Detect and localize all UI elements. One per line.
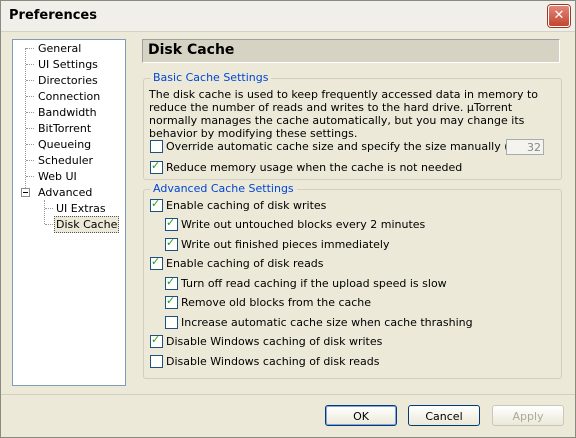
override-cache-checkbox[interactable] <box>150 140 163 153</box>
tree-branch <box>26 112 34 113</box>
ok-button[interactable]: OK <box>325 405 397 426</box>
tree-item-general[interactable]: General <box>38 41 81 56</box>
write-finished-label: Write out finished pieces immediately <box>181 238 390 251</box>
write-untouched-checkbox[interactable] <box>165 216 178 231</box>
tree-branch <box>26 80 34 81</box>
tree-branch <box>26 96 34 97</box>
tree-item-bittorrent[interactable]: BitTorrent <box>38 121 91 136</box>
tree-branch <box>45 224 53 225</box>
tree-item-disk-cache[interactable]: Disk Cache <box>54 216 120 233</box>
enable-read-cache-checkbox[interactable] <box>150 255 163 270</box>
cache-description: The disk cache is used to keep frequentl… <box>149 88 539 140</box>
collapse-icon[interactable] <box>21 188 30 197</box>
disable-windows-write-cache-label: Disable Windows caching of disk writes <box>166 335 383 348</box>
page-title: Disk Cache <box>148 42 235 58</box>
tree-branch <box>26 128 34 129</box>
enable-write-cache-label: Enable caching of disk writes <box>166 199 327 212</box>
tree-item-advanced[interactable]: Advanced <box>38 185 92 200</box>
tree-connector <box>25 48 26 192</box>
write-finished-checkbox[interactable] <box>165 236 178 251</box>
tree-branch <box>26 160 34 161</box>
turn-off-read-cache-label: Turn off read caching if the upload spee… <box>181 277 447 290</box>
basic-cache-label: Basic Cache Settings <box>150 71 272 84</box>
tree-item-web-ui[interactable]: Web UI <box>38 169 77 184</box>
tree-branch <box>26 64 34 65</box>
disable-windows-read-cache-checkbox[interactable] <box>150 355 163 368</box>
preferences-window: Preferences ✕ General UI Settings Direct… <box>0 0 576 438</box>
tree-branch <box>26 176 34 177</box>
tree-item-bandwidth[interactable]: Bandwidth <box>38 105 97 120</box>
enable-read-cache-label: Enable caching of disk reads <box>166 257 324 270</box>
turn-off-read-cache-checkbox[interactable] <box>165 275 178 290</box>
tree-connector <box>44 200 45 224</box>
disable-windows-write-cache-checkbox[interactable] <box>150 333 163 348</box>
category-tree[interactable]: General UI Settings Directories Connecti… <box>12 39 126 386</box>
tree-item-ui-settings[interactable]: UI Settings <box>38 57 98 72</box>
disable-windows-read-cache-label: Disable Windows caching of disk reads <box>166 355 380 368</box>
close-icon: ✕ <box>553 8 565 23</box>
advanced-cache-label: Advanced Cache Settings <box>150 182 297 195</box>
tree-item-scheduler[interactable]: Scheduler <box>38 153 93 168</box>
tree-branch <box>26 144 34 145</box>
reduce-memory-label: Reduce memory usage when the cache is no… <box>166 161 463 174</box>
tree-item-connection[interactable]: Connection <box>38 89 100 104</box>
title-bar[interactable]: Preferences ✕ <box>1 1 575 32</box>
apply-button[interactable]: Apply <box>492 405 564 426</box>
increase-cache-size-checkbox[interactable] <box>165 316 178 329</box>
tree-branch <box>26 48 34 49</box>
remove-old-blocks-label: Remove old blocks from the cache <box>181 296 372 309</box>
tree-branch <box>45 208 53 209</box>
reduce-memory-checkbox[interactable] <box>150 159 163 174</box>
cancel-button[interactable]: Cancel <box>408 405 480 426</box>
tree-item-ui-extras[interactable]: UI Extras <box>56 201 106 216</box>
enable-write-cache-checkbox[interactable] <box>150 197 163 212</box>
tree-item-directories[interactable]: Directories <box>38 73 98 88</box>
tree-item-queueing[interactable]: Queueing <box>38 137 91 152</box>
cache-size-input[interactable]: 32 <box>506 139 544 155</box>
override-cache-label: Override automatic cache size and specif… <box>166 140 534 153</box>
window-title: Preferences <box>9 8 97 23</box>
write-untouched-label: Write out untouched blocks every 2 minut… <box>181 218 426 231</box>
increase-cache-size-label: Increase automatic cache size when cache… <box>181 316 473 329</box>
page-header: Disk Cache <box>142 39 560 63</box>
close-button[interactable]: ✕ <box>548 5 570 27</box>
remove-old-blocks-checkbox[interactable] <box>165 294 178 309</box>
divider <box>1 394 575 395</box>
